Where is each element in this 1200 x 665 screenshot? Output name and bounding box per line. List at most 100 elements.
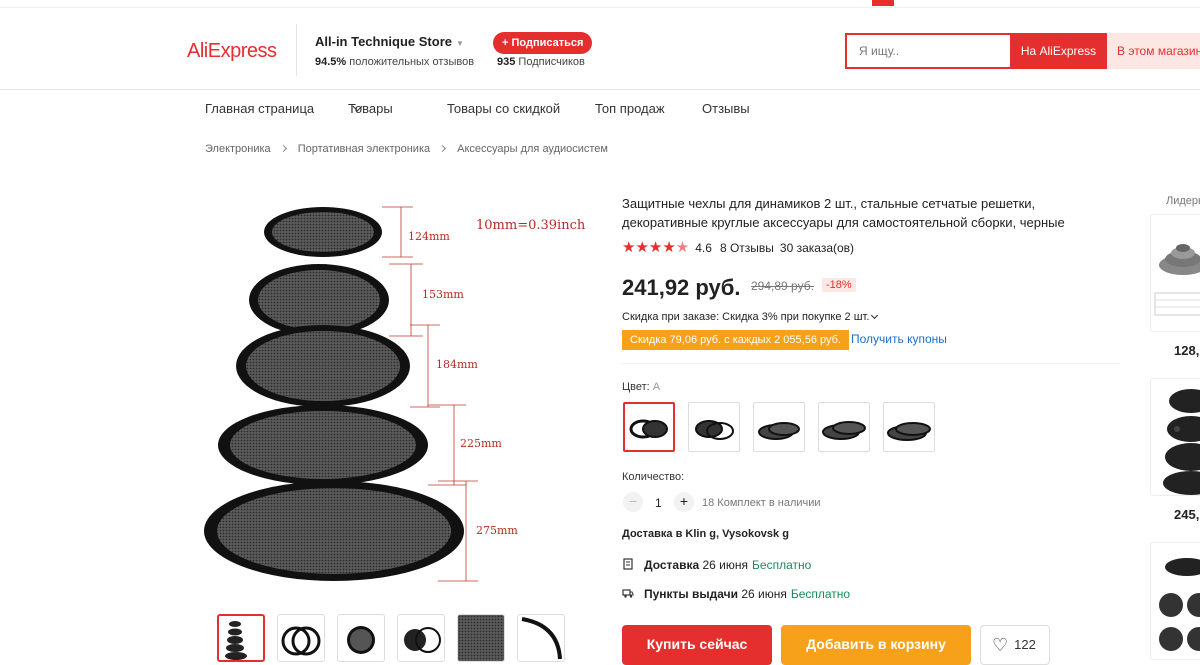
nav-sale[interactable]: Товары со скидкой: [447, 101, 560, 116]
sidebar-price: 245,: [1174, 507, 1200, 522]
store-rating-text: положительных отзывов: [349, 56, 475, 68]
store-name-text: All-in Technique Store: [315, 34, 452, 49]
aliexpress-logo[interactable]: AliExpress: [187, 40, 277, 63]
bulk-discount-text: Скидка при заказе: Скидка 3% при покупке…: [622, 311, 870, 323]
divider: [622, 363, 1120, 364]
truck-icon: [622, 589, 634, 598]
buy-now-button[interactable]: Купить сейчас: [622, 625, 772, 665]
sidebar-price: 128,: [1174, 343, 1200, 358]
product-main-image[interactable]: 124mm 153mm 184mm 225mm 275mm 10mm=0.39i…: [198, 190, 598, 610]
get-coupons-link[interactable]: Получить купоны: [851, 332, 947, 346]
search-store-button[interactable]: В этом магазине: [1107, 33, 1200, 69]
size-label: 184mm: [436, 358, 478, 371]
color-option-image: [695, 420, 734, 440]
quantity-decrease-button[interactable]: −: [623, 492, 643, 512]
header-divider: [296, 24, 297, 76]
grille-275: [204, 481, 464, 581]
thumbnail[interactable]: [337, 614, 385, 662]
orders-count: 30 заказа(ов): [779, 241, 855, 255]
search-input[interactable]: [847, 35, 1010, 67]
flag-icon: [872, 0, 894, 6]
caret-down-icon: ▼: [456, 39, 464, 48]
top-strip: [0, 0, 1200, 8]
grille-124: [264, 207, 382, 257]
coupon-badge: Скидка 79,06 руб. с каждых 2 055,56 руб.: [622, 330, 849, 350]
add-to-cart-button[interactable]: Добавить в корзину: [781, 625, 971, 665]
delivery-row: Доставка 26 июня Бесплатно: [622, 558, 811, 572]
size-label: 124mm: [408, 230, 450, 243]
pickup-date: 26 июня: [741, 587, 787, 601]
nav-top-sales[interactable]: Топ продаж: [595, 101, 665, 116]
subscribe-button[interactable]: + Подписаться: [493, 32, 593, 54]
wishlist-count: 122: [1014, 637, 1036, 652]
nav-products[interactable]: Товары: [348, 101, 393, 116]
color-label-text: Цвет:: [622, 381, 650, 393]
product-title: Защитные чехлы для динамиков 2 шт., стал…: [622, 196, 1065, 230]
color-option-image: [758, 422, 800, 440]
wishlist-button[interactable]: ♡ 122: [980, 625, 1050, 665]
search-bar: На AliExpress В этом магазине: [845, 33, 1200, 69]
delivery-date: 26 июня: [702, 558, 749, 572]
delivery-label: Доставка: [644, 558, 700, 572]
sidebar-product-card[interactable]: [1150, 542, 1200, 660]
stock-status: 18 Комплект в наличии: [702, 497, 821, 509]
quantity-value[interactable]: 1: [655, 496, 662, 510]
rating-stars-icon: ★★★★★: [622, 239, 690, 256]
size-label: 153mm: [422, 288, 464, 301]
color-label: Цвет: A: [622, 381, 660, 393]
reviews-link[interactable]: 8 Отзывы: [720, 241, 774, 255]
nav-reviews[interactable]: Отзывы: [702, 101, 750, 116]
color-option[interactable]: [623, 402, 675, 452]
chevron-right-icon: [439, 144, 447, 153]
discount-badge: -18%: [822, 278, 856, 292]
breadcrumb-item[interactable]: Портативная электроника: [298, 143, 430, 155]
size-label: 275mm: [476, 524, 518, 537]
search-aliexpress-button[interactable]: На AliExpress: [1010, 33, 1107, 69]
delivery-price: Бесплатно: [752, 558, 812, 572]
product-rating: ★★★★★ 4.6 8 Отзывы 30 заказа(ов): [622, 238, 854, 256]
sidebar-product-card[interactable]: [1150, 214, 1200, 332]
color-option[interactable]: [818, 402, 870, 452]
thumbnail-image: [521, 617, 562, 660]
quantity-increase-button[interactable]: +: [674, 492, 694, 512]
thumbnail[interactable]: [517, 614, 565, 662]
document-icon: [623, 558, 633, 570]
nav-home[interactable]: Главная страница: [205, 101, 314, 116]
quantity-label: Количество:: [622, 471, 685, 483]
color-option-image: [629, 419, 668, 439]
thumbnail-image: [404, 627, 441, 653]
color-option[interactable]: [753, 402, 805, 452]
store-subscribers: 935 Подписчиков: [497, 56, 585, 68]
store-name[interactable]: All-in Technique Store ▼: [315, 34, 464, 49]
scale-note: 10mm=0.39inch: [476, 218, 586, 233]
grille-225: [218, 405, 428, 485]
chevron-right-icon: [279, 144, 287, 153]
thumbnail-image: [225, 621, 247, 660]
thumbnail[interactable]: [457, 614, 505, 662]
rating-value: 4.6: [695, 241, 712, 255]
subscribers-text: Подписчиков: [518, 56, 585, 68]
breadcrumb-item[interactable]: Электроника: [205, 143, 271, 155]
chevron-down-icon: [871, 311, 879, 320]
sidebar-product-image: [1163, 389, 1200, 495]
current-price: 241,92 руб.: [622, 275, 741, 300]
grille-184: [236, 325, 410, 407]
thumbnail-image: [458, 615, 504, 661]
breadcrumb: Электроника Портативная электроника Аксесс…: [205, 143, 608, 155]
breadcrumb-item[interactable]: Аксессуары для аудиосистем: [457, 143, 608, 155]
thumbnail[interactable]: [277, 614, 325, 662]
color-option[interactable]: [883, 402, 935, 452]
old-price: 294,89 руб.: [751, 279, 814, 293]
thumbnail[interactable]: [397, 614, 445, 662]
color-option-image: [887, 422, 931, 441]
sidebar-product-card[interactable]: [1150, 378, 1200, 496]
pickup-row: Пункты выдачи 26 июня Бесплатно: [622, 587, 850, 601]
thumbnail[interactable]: [217, 614, 265, 662]
bulk-discount[interactable]: Скидка при заказе: Скидка 3% при покупке…: [622, 311, 879, 323]
ship-to-location[interactable]: Доставка в Klin g, Vysokovsk g: [622, 528, 789, 540]
color-option[interactable]: [688, 402, 740, 452]
subscribers-count: 935: [497, 56, 516, 68]
sidebar-product-image: [1154, 244, 1200, 316]
store-rating: 94.5% положительных отзывов: [315, 56, 474, 68]
sidebar-product-image: [1159, 558, 1200, 651]
